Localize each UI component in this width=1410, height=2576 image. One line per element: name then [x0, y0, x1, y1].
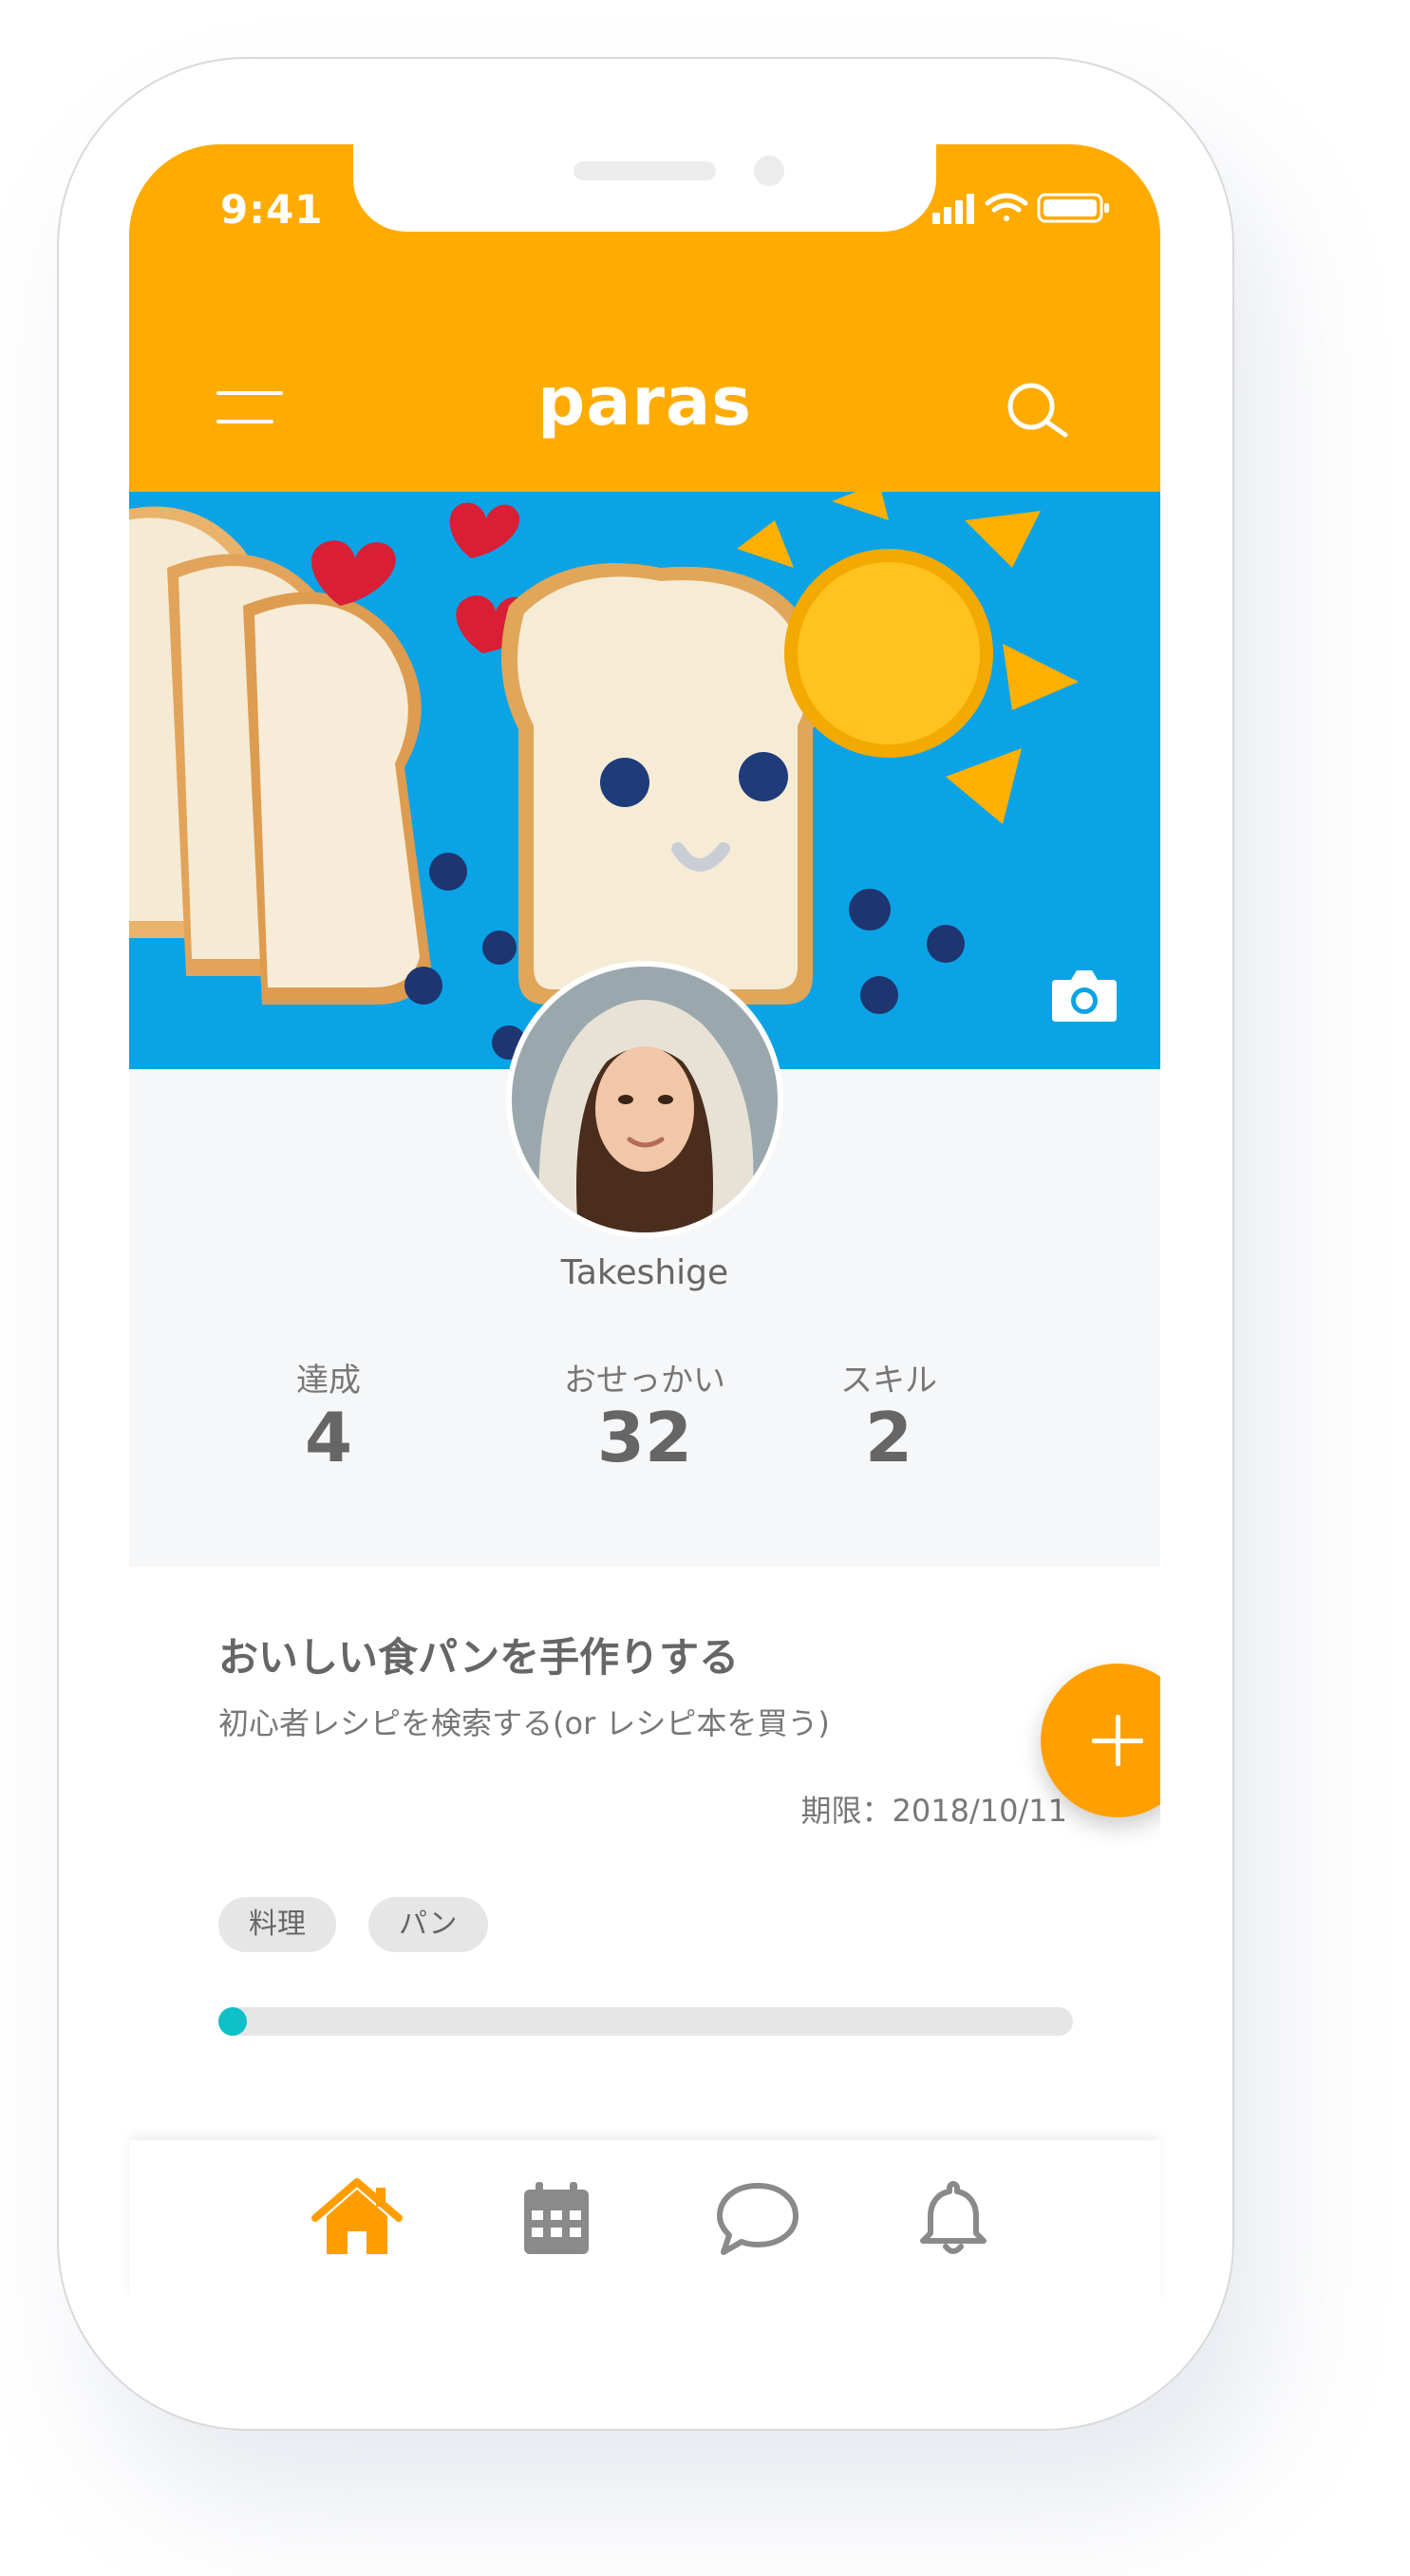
tag-cooking[interactable]: 料理	[218, 1897, 336, 1952]
progress-bar	[218, 2007, 1073, 2036]
stat-value-skill: 2	[864, 1398, 913, 1477]
home-icon[interactable]	[311, 2178, 403, 2258]
bottom-nav	[129, 2140, 1160, 2302]
phone-notch	[353, 144, 936, 232]
goal-deadline: 期限：2018/10/11	[800, 1793, 1067, 1829]
phone-frame: 9:41 paras Takeshige 達成 4 おせっかい 32 スキル 2…	[57, 57, 1234, 2431]
stat-value-helpful: 32	[596, 1398, 693, 1477]
speaker-grille	[573, 161, 716, 180]
status-icons	[932, 193, 1109, 224]
progress-fill	[218, 2007, 247, 2036]
stat-value-achieved: 4	[304, 1398, 353, 1477]
device-shadow: 9:41 paras Takeshige 達成 4 おせっかい 32 スキル 2…	[57, 57, 1234, 2431]
front-camera	[754, 156, 784, 186]
app-header: 9:41 paras	[129, 144, 1160, 492]
tag-bread[interactable]: パン	[368, 1897, 488, 1952]
bell-icon[interactable]	[908, 2178, 999, 2258]
stat-label-skill: スキル	[840, 1362, 937, 1400]
goal-title: おいしい食パンを手作りする	[218, 1634, 740, 1681]
stat-label-achieved: 達成	[296, 1362, 361, 1400]
camera-icon[interactable]	[1050, 967, 1119, 1024]
app-screen: 9:41 paras Takeshige 達成 4 おせっかい 32 スキル 2…	[129, 144, 1160, 2224]
search-icon[interactable]	[1003, 378, 1071, 446]
wifi-icon	[985, 193, 1028, 221]
goal-subtitle: 初心者レシピを検索する(or レシピ本を買う)	[218, 1705, 830, 1741]
stat-label-helpful: おせっかい	[564, 1362, 725, 1400]
goal-card[interactable]: おいしい食パンを手作りする 初心者レシピを検索する(or レシピ本を買う) 期限…	[129, 1567, 1160, 2224]
chat-icon[interactable]	[712, 2178, 803, 2258]
status-time: 9:41	[220, 186, 324, 233]
avatar-portrait	[512, 967, 778, 1232]
plus-icon-vertical	[1116, 1715, 1120, 1766]
avatar[interactable]	[506, 961, 783, 1238]
bread-face	[501, 563, 822, 1005]
battery-icon	[1037, 193, 1109, 223]
signal-icon	[932, 194, 974, 224]
calendar-icon[interactable]	[511, 2178, 602, 2258]
profile-username: Takeshige	[560, 1253, 729, 1292]
